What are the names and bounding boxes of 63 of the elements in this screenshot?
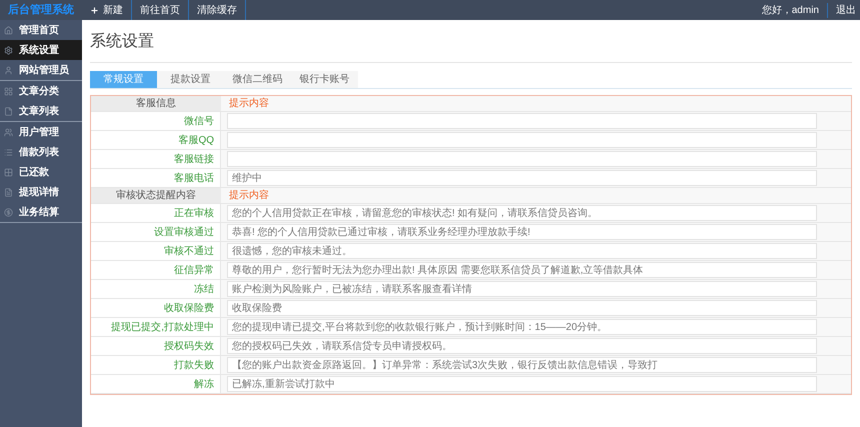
menu-icon — [4, 26, 13, 34]
page-title: 系统设置 — [90, 32, 155, 52]
menu-icon — [4, 66, 13, 74]
sidebar-item[interactable]: 系统设置 — [0, 40, 82, 60]
input-field[interactable]: 【您的账户出款资金原路返回。】订单异常：系统尝试3次失败，银行反馈出款信息错误，导致打 — [227, 357, 817, 373]
sidebar-item[interactable]: 文章分类 — [0, 81, 82, 101]
menu-icon — [4, 128, 13, 136]
sidebar-item[interactable]: 借款列表 — [0, 142, 82, 162]
input-field[interactable]: 您的提现申请已提交,平台将款到您的收款银行账户，预计到账时间：15——20分钟。 — [227, 319, 817, 335]
input-field[interactable]: 您的授权码已失效，请联系信贷专员申请授权码。 — [227, 338, 817, 354]
tab[interactable]: 银行卡账号 — [291, 71, 358, 88]
input-field[interactable]: 已解冻,重新尝试打款中 — [227, 376, 817, 392]
sidebar-item[interactable]: 文章列表 — [0, 101, 82, 121]
section-label: 审核状态提醒内容 — [91, 188, 221, 203]
tab[interactable]: 提款设置 — [157, 71, 224, 88]
field-label: 解冻 — [91, 375, 221, 393]
sidebar-item[interactable]: 网站管理员 — [0, 60, 82, 80]
section-hint: 提示内容 — [228, 188, 269, 203]
menu-icon — [4, 148, 13, 156]
menu-icon — [4, 188, 13, 196]
field-label: 客服链接 — [91, 150, 221, 168]
field-label: 客服电话 — [91, 169, 221, 187]
input-field[interactable]: 很遗憾，您的审核未通过。 — [227, 243, 817, 259]
input-field[interactable]: 尊敬的用户，您行暂时无法为您办理出款! 具体原因 需要您联系信贷员了解道歉,立等借款具体 — [227, 262, 817, 278]
section-label: 客服信息 — [91, 96, 221, 111]
input-field[interactable]: 维护中 — [227, 170, 817, 186]
input-field[interactable]: 收取保险费 — [227, 300, 817, 316]
field-label: 冻结 — [91, 280, 221, 298]
input-field[interactable] — [227, 132, 817, 148]
field-label: 审核不通过 — [91, 242, 221, 260]
sidebar-item[interactable]: 已还款 — [0, 162, 82, 182]
field-label: 客服QQ — [91, 131, 221, 149]
tab[interactable]: 微信二维码 — [224, 71, 291, 88]
menu-icon — [4, 86, 13, 96]
input-field[interactable]: 恭喜! 您的个人信用贷款已通过审核，请联系业务经理办理放款手续! — [227, 224, 817, 240]
plus-icon — [90, 6, 99, 14]
user-greeting: 您好，admin — [760, 4, 820, 18]
toolbar-link[interactable]: 新建 — [82, 0, 132, 20]
input-field[interactable]: 账户检测为风险账户，已被冻结，请联系客服查看详情 — [227, 281, 817, 297]
sidebar-item[interactable]: 提现详情 — [0, 182, 82, 202]
field-label: 正在审核 — [91, 204, 221, 222]
toolbar-link[interactable]: 前往首页 — [132, 0, 189, 20]
section-hint: 提示内容 — [228, 96, 269, 111]
field-label: 微信号 — [91, 112, 221, 130]
input-field[interactable] — [227, 113, 817, 129]
menu-icon — [4, 46, 13, 54]
field-label: 征信异常 — [91, 261, 221, 279]
sidebar-item[interactable]: 管理首页 — [0, 20, 82, 40]
sidebar-item[interactable]: 业务结算 — [0, 202, 82, 222]
field-label: 授权码失效 — [91, 337, 221, 355]
input-field[interactable]: 您的个人信用贷款正在审核，请留意您的审核状态! 如有疑问，请联系信贷员咨询。 — [227, 205, 817, 221]
field-label: 提现已提交,打款处理中 — [91, 318, 221, 336]
menu-icon — [4, 106, 13, 116]
field-label: 收取保险费 — [91, 299, 221, 317]
field-label: 打款失败 — [91, 356, 221, 374]
menu-icon — [4, 208, 13, 216]
toolbar-link[interactable]: 清除缓存 — [189, 0, 246, 20]
menu-icon — [4, 168, 13, 176]
input-field[interactable] — [227, 151, 817, 167]
logo: 后台管理系统 — [7, 2, 75, 18]
sidebar-item[interactable]: 用户管理 — [0, 122, 82, 142]
logout-link[interactable]: 退出 — [827, 2, 860, 18]
field-label: 设置审核通过 — [91, 223, 221, 241]
